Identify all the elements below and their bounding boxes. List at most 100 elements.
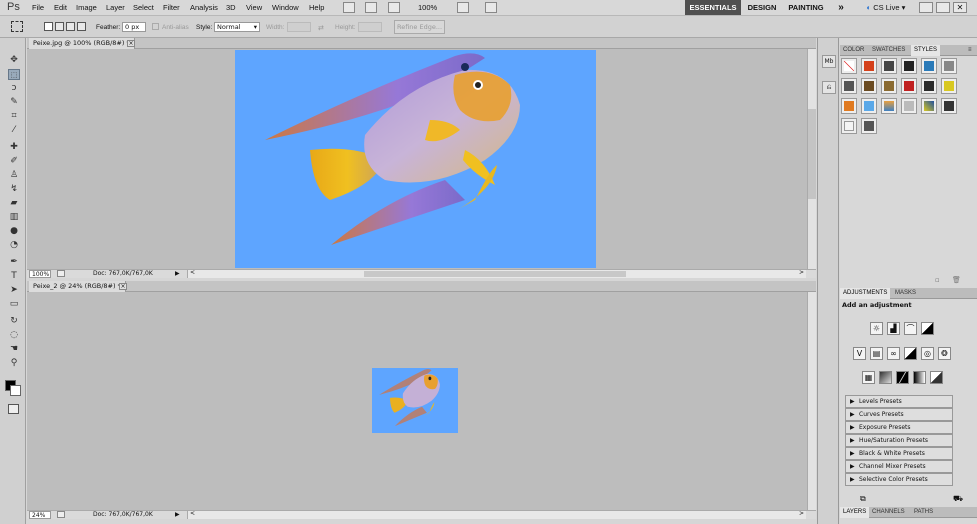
document-tab-peixe[interactable]: Peixe.jpg @ 100% (RGB/8#) * [29,38,135,49]
style-swatch[interactable] [861,98,877,114]
panel-menu-icon[interactable]: ≡ [965,45,975,56]
style-swatch-none[interactable] [841,58,857,74]
crop-tool-icon[interactable]: ⌗ [8,111,20,122]
menu-file[interactable]: File [32,3,44,12]
style-swatch[interactable] [941,58,957,74]
preset-selective-color[interactable]: ▶ Selective Color Presets [845,473,953,486]
menu-select[interactable]: Select [133,3,154,12]
exposure-icon[interactable] [921,322,934,335]
feather-input[interactable]: 0 px [122,22,146,32]
horizontal-scroll-thumb[interactable] [364,271,626,277]
preset-hue-saturation[interactable]: ▶ Hue/Saturation Presets [845,434,953,447]
anti-alias-checkbox[interactable] [152,23,159,30]
brush-tool-icon[interactable]: ✐ [8,156,20,167]
blur-tool-icon[interactable]: ● [8,226,20,237]
add-to-selection-icon[interactable] [55,22,64,31]
preset-curves[interactable]: ▶ Curves Presets [845,408,953,421]
eraser-tool-icon[interactable]: ▰ [8,198,20,209]
mini-bridge-icon[interactable] [365,2,377,13]
menu-window[interactable]: Window [272,3,299,12]
style-swatch[interactable] [901,78,917,94]
threshold-icon[interactable] [896,371,909,384]
curves-icon[interactable]: ⌒ [904,322,917,335]
menu-image[interactable]: Image [76,3,97,12]
adjustment-panel-options-icon[interactable]: ⛟ [953,494,963,504]
invert-icon[interactable]: ▦ [862,371,875,384]
zoom-level-menu[interactable]: 100% [418,3,437,12]
document-vertical-scrollbar[interactable] [807,49,816,269]
photo-filter-icon[interactable]: ◎ [921,347,934,360]
style-swatch[interactable] [941,98,957,114]
menu-help[interactable]: Help [309,3,324,12]
image-canvas-peixe-2[interactable] [372,368,458,433]
rectangular-marquee-tool-icon[interactable]: ⬚ [8,69,20,80]
screen-mode-icon[interactable] [485,2,497,13]
menu-analysis[interactable]: Analysis [190,3,218,12]
rectangle-tool-icon[interactable]: ▭ [8,299,20,310]
canvas-area[interactable] [27,292,807,510]
horizontal-scrollbar[interactable]: < > [187,510,806,519]
intersect-selection-icon[interactable] [77,22,86,31]
workspace-painting[interactable]: PAINTING [787,0,825,15]
close-document-icon[interactable]: × [119,283,127,290]
preset-levels[interactable]: ▶ Levels Presets [845,395,953,408]
cs-live-button[interactable]: ◐ CS Live ▾ [862,0,910,15]
preset-exposure[interactable]: ▶ Exposure Presets [845,421,953,434]
background-color-swatch[interactable] [10,385,21,396]
restore-icon[interactable] [936,2,950,13]
style-swatch[interactable] [861,78,877,94]
zoom-field[interactable]: 24% [29,511,51,519]
width-input[interactable] [287,22,311,32]
style-swatch[interactable] [881,78,897,94]
canvas-area[interactable] [27,49,807,269]
spot-healing-brush-icon[interactable]: ✚ [8,142,20,153]
clip-to-layer-icon[interactable]: ⧉ [860,494,866,504]
menu-view[interactable]: View [246,3,262,12]
style-swatch[interactable] [861,118,877,134]
levels-icon[interactable]: ▟ [887,322,900,335]
tab-color[interactable]: COLOR [840,45,867,56]
style-swatch[interactable] [921,98,937,114]
style-swatch[interactable] [881,98,897,114]
tab-paths[interactable]: PATHS [911,507,936,518]
move-tool-icon[interactable]: ✥ [8,55,20,66]
type-tool-icon[interactable]: T [8,271,20,282]
style-swatch[interactable] [841,78,857,94]
zoom-tool-icon[interactable]: ⚲ [8,358,20,369]
selective-color-icon[interactable] [930,371,943,384]
bridge-icon[interactable] [343,2,355,13]
status-arrow-right-icon[interactable]: ▶ [175,511,180,519]
horizontal-scrollbar[interactable]: < > [187,269,806,278]
path-selection-tool-icon[interactable]: ➤ [8,285,20,296]
subtract-from-selection-icon[interactable] [66,22,75,31]
document-vertical-scrollbar[interactable] [807,292,816,510]
menu-filter[interactable]: Filter [163,3,180,12]
tab-swatches[interactable]: SWATCHES [869,45,908,56]
mini-bridge-panel-icon[interactable]: Mb [822,55,836,68]
preset-black-white[interactable]: ▶ Black & White Presets [845,447,953,460]
style-swatch[interactable] [881,58,897,74]
lasso-tool-icon[interactable]: ↄ [8,83,20,94]
scroll-right-icon[interactable]: > [799,269,804,277]
posterize-icon[interactable] [879,371,892,384]
swap-dimensions-icon[interactable]: ⇄ [318,24,324,32]
tab-channels[interactable]: CHANNELS [869,507,908,518]
workspace-essentials[interactable]: ESSENTIALS [685,0,741,15]
workspaces-more-button[interactable]: » [834,0,848,15]
refine-edge-button[interactable]: Refine Edge... [394,20,445,34]
image-canvas-peixe[interactable] [235,50,596,268]
style-swatch[interactable] [861,58,877,74]
menu-edit[interactable]: Edit [54,3,67,12]
workspace-design[interactable]: DESIGN [745,0,779,15]
3d-rotate-tool-icon[interactable]: ↻ [8,316,20,327]
style-swatch[interactable] [901,98,917,114]
pen-tool-icon[interactable]: ✒ [8,257,20,268]
minimize-icon[interactable] [919,2,933,13]
tab-layers[interactable]: LAYERS [840,507,870,518]
delete-style-icon[interactable]: 🗑 [952,276,961,284]
vibrance-icon[interactable]: V [853,347,866,360]
preset-channel-mixer[interactable]: ▶ Channel Mixer Presets [845,460,953,473]
hand-tool-icon[interactable]: ☚ [8,344,20,355]
tab-masks[interactable]: MASKS [892,288,919,299]
status-menu-icon[interactable] [57,270,65,277]
